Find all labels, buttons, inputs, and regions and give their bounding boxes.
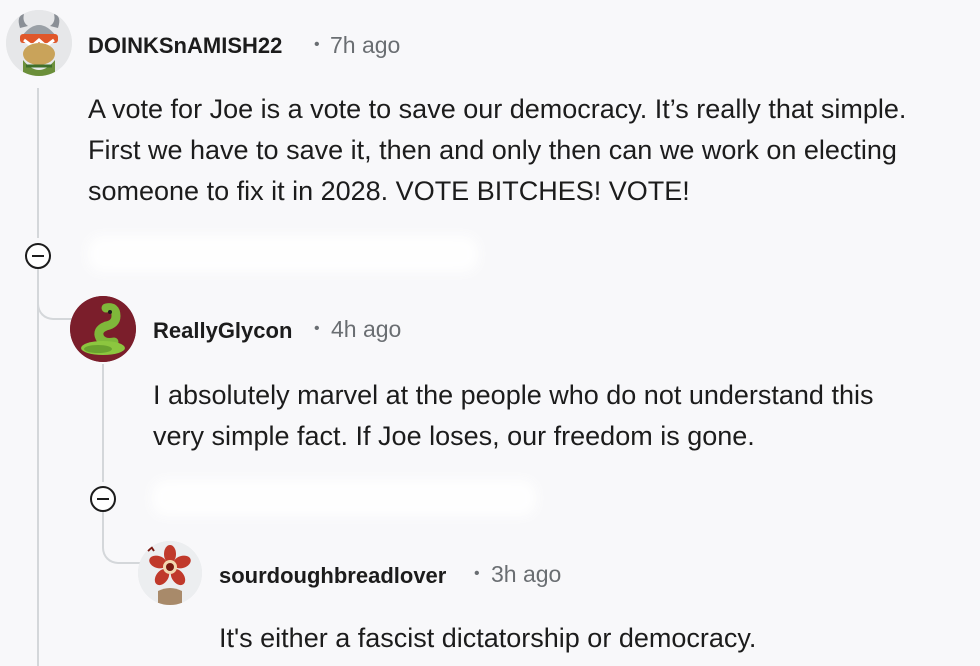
comment-line: I absolutely marvel at the people who do… bbox=[153, 380, 874, 410]
collapse-thread-button[interactable] bbox=[25, 243, 51, 269]
comment-timestamp[interactable]: 3h ago bbox=[491, 561, 561, 588]
demogorgon-avatar-icon bbox=[138, 541, 202, 605]
thread-branch-1 bbox=[37, 268, 75, 320]
green-snake-avatar-icon bbox=[70, 296, 136, 362]
meta-separator: • bbox=[314, 36, 320, 53]
thread-line-main[interactable] bbox=[37, 88, 39, 238]
comment-line: someone to fix it in 2028. VOTE BITCHES!… bbox=[88, 176, 690, 206]
meta-separator: • bbox=[474, 565, 480, 582]
viking-snoo-avatar-icon bbox=[6, 10, 72, 76]
avatar[interactable] bbox=[6, 10, 72, 76]
thread-line-reply[interactable] bbox=[102, 364, 104, 482]
comment-body: A vote for Joe is a vote to save our dem… bbox=[88, 89, 978, 212]
comment-timestamp[interactable]: 4h ago bbox=[331, 316, 401, 343]
comment-author[interactable]: ReallyGlycon bbox=[153, 318, 292, 344]
action-bar-obscured bbox=[152, 480, 536, 516]
collapse-thread-button[interactable] bbox=[90, 486, 116, 512]
action-bar-obscured bbox=[88, 236, 478, 272]
avatar[interactable] bbox=[138, 541, 202, 605]
comment-author[interactable]: DOINKSnAMISH22 bbox=[88, 33, 282, 59]
meta-separator: • bbox=[314, 320, 320, 337]
comment-line: very simple fact. If Joe loses, our free… bbox=[153, 421, 755, 451]
comment-line: First we have to save it, then and only … bbox=[88, 135, 897, 165]
comment-author[interactable]: sourdoughbreadlover bbox=[219, 563, 446, 589]
avatar[interactable] bbox=[70, 296, 136, 362]
comment-line: A vote for Joe is a vote to save our dem… bbox=[88, 94, 907, 124]
comment-line: It's either a fascist dictatorship or de… bbox=[219, 623, 757, 653]
comment-timestamp[interactable]: 7h ago bbox=[330, 32, 400, 59]
comment-body: It's either a fascist dictatorship or de… bbox=[219, 618, 959, 659]
comment-body: I absolutely marvel at the people who do… bbox=[153, 375, 973, 457]
thread-branch-2 bbox=[102, 512, 140, 564]
thread-line-main-lower[interactable] bbox=[37, 270, 39, 666]
